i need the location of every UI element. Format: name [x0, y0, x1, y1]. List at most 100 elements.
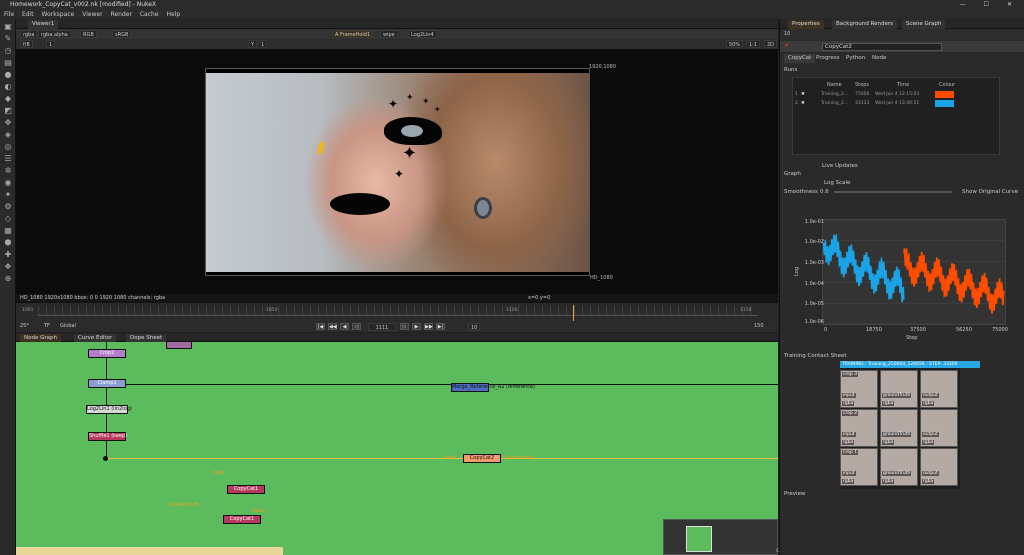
tab-properties[interactable]: Properties: [788, 20, 824, 29]
node-merge[interactable]: Merge_Reference_A2 (difference): [451, 383, 535, 392]
merge-icon[interactable]: ◩: [3, 106, 13, 116]
node-clamp[interactable]: Clamp1: [88, 379, 126, 388]
draw-icon[interactable]: ✎: [3, 34, 13, 44]
transform-icon[interactable]: ✥: [3, 118, 13, 128]
preview-section-header[interactable]: Preview: [784, 491, 805, 497]
step-forward-button[interactable]: ▷: [400, 323, 409, 330]
window-controls[interactable]: — ☐ ✕: [960, 0, 1020, 10]
tab-viewer1[interactable]: Viewer1: [28, 20, 59, 29]
close-icon[interactable]: ✕: [784, 42, 789, 49]
menu-viewer[interactable]: Viewer: [82, 11, 102, 18]
lut-select[interactable]: sRGB: [112, 30, 132, 38]
globe-icon[interactable]: ⊕: [3, 274, 13, 284]
step-back-button[interactable]: ◁: [352, 323, 361, 330]
tf-select[interactable]: TF: [44, 321, 50, 332]
time-icon[interactable]: ◷: [3, 46, 13, 56]
dot[interactable]: [103, 456, 108, 461]
viewer-image[interactable]: ✦ ✦ ✦ ✦ ✦ ✦: [205, 68, 590, 276]
fps-select[interactable]: 25*: [20, 321, 29, 332]
deep-icon[interactable]: ◉: [3, 178, 13, 188]
play-button[interactable]: ▶: [412, 323, 421, 330]
color-icon[interactable]: ●: [3, 70, 13, 80]
tab-background-renders[interactable]: Background Renders: [832, 20, 898, 29]
alpha-select[interactable]: rgba.alpha: [38, 30, 71, 38]
star-icon: ✦: [402, 143, 418, 164]
tab-progress[interactable]: Progress: [812, 54, 843, 63]
plugins-icon[interactable]: ✚: [3, 250, 13, 260]
first-frame-button[interactable]: |◀: [316, 323, 325, 330]
step-field[interactable]: 10: [468, 323, 481, 331]
menu-render[interactable]: Render: [111, 11, 132, 18]
gamma-value[interactable]: 1: [258, 40, 268, 48]
end-frame-field[interactable]: 150: [754, 321, 764, 332]
node-copycat3[interactable]: CopyCat1: [223, 515, 261, 524]
node-crop[interactable]: Crop2: [88, 349, 126, 358]
zoom-select[interactable]: 50%: [726, 40, 744, 48]
gain-control[interactable]: f/8: [20, 40, 33, 48]
show-original-checkbox[interactable]: Show Original Curve: [962, 189, 1018, 195]
node-copycat2[interactable]: CopyCat2: [463, 454, 501, 463]
filter-icon[interactable]: ◐: [3, 82, 13, 92]
menu-help[interactable]: Help: [166, 11, 180, 18]
cell-label: groundTruth: [882, 432, 912, 437]
channels-select[interactable]: rgba: [20, 30, 38, 38]
channel-icon[interactable]: ▤: [3, 58, 13, 68]
colorspace-select[interactable]: RGB: [80, 30, 97, 38]
smart-icon[interactable]: ❖: [3, 262, 13, 272]
prev-key-button[interactable]: ◀◀: [328, 323, 337, 330]
next-key-button[interactable]: ▶▶: [424, 323, 433, 330]
run-colour-swatch[interactable]: [935, 100, 954, 107]
checkbox-icon[interactable]: ✖: [801, 90, 805, 99]
gain-value[interactable]: 1: [46, 40, 56, 48]
wipe-select[interactable]: wipe: [380, 30, 398, 38]
menu-file[interactable]: File: [4, 11, 14, 18]
table-row[interactable]: 1 ✖ Training_2... 75000 Wed Jun 4 12:15:…: [793, 90, 999, 99]
timeline[interactable]: 1001 1050 1100 1150: [16, 302, 778, 321]
max-panels-field[interactable]: 10: [784, 31, 790, 37]
view-mode-select[interactable]: 2D: [764, 40, 778, 48]
menu-workspace[interactable]: Workspace: [42, 11, 75, 18]
ofx-icon[interactable]: ⬢: [3, 238, 13, 248]
views-icon[interactable]: ◎: [3, 142, 13, 152]
contact-sheet-header[interactable]: Training Contact Sheet: [784, 353, 847, 359]
ml-icon[interactable]: ✦: [3, 190, 13, 200]
node-shuffle[interactable]: Shuffle1 (keep): [88, 432, 127, 441]
tab-scene-graph[interactable]: Scene Graph: [902, 20, 946, 29]
log-scale-checkbox[interactable]: Log Scale: [824, 180, 850, 186]
input-b-select[interactable]: Log2Lin4: [408, 30, 437, 38]
table-row[interactable]: 2 ✖ Training_2... 33333 Wed Jun 4 13:40:…: [793, 99, 999, 108]
live-updates-checkbox[interactable]: Live Updates: [822, 163, 858, 169]
toolsets-icon[interactable]: ⚙: [3, 202, 13, 212]
backdrop-node[interactable]: [16, 547, 283, 555]
checkbox-icon[interactable]: ✖: [801, 99, 805, 108]
image-icon[interactable]: ▣: [3, 22, 13, 32]
tab-node[interactable]: Node: [868, 54, 890, 63]
menu-edit[interactable]: Edit: [22, 11, 34, 18]
frame-field[interactable]: 1111: [368, 323, 396, 331]
node-top[interactable]: [166, 342, 192, 349]
tab-python[interactable]: Python: [842, 54, 869, 63]
keyer-icon[interactable]: ◆: [3, 94, 13, 104]
node-log2lin[interactable]: Log2Lin1 (lin2log): [86, 405, 132, 414]
particles-icon[interactable]: ✲: [3, 166, 13, 176]
node-copycat1[interactable]: CopyCat1: [227, 485, 265, 494]
input-a-select[interactable]: A FrameHold1: [332, 30, 374, 38]
playhead[interactable]: [573, 305, 574, 321]
graph-section-header[interactable]: Graph: [784, 171, 801, 177]
tab-copycat[interactable]: CopyCat: [784, 54, 816, 63]
node-name-field[interactable]: CopyCat2: [822, 43, 942, 51]
furnace-icon[interactable]: ▦: [3, 226, 13, 236]
smoothness-field[interactable]: 0.6: [820, 189, 829, 195]
last-frame-button[interactable]: ▶|: [436, 323, 445, 330]
run-colour-swatch[interactable]: [935, 91, 954, 98]
3d-icon[interactable]: ◈: [3, 130, 13, 140]
menu-cache[interactable]: Cache: [140, 11, 159, 18]
other-icon[interactable]: ◇: [3, 214, 13, 224]
ratio-select[interactable]: 1:1: [746, 40, 761, 48]
timeline-ruler[interactable]: [38, 306, 758, 316]
metadata-icon[interactable]: ☰: [3, 154, 13, 164]
range-select[interactable]: Global: [60, 321, 76, 332]
smoothness-slider[interactable]: [834, 191, 952, 193]
play-back-button[interactable]: ◀: [340, 323, 349, 330]
runs-section-header[interactable]: Runs: [784, 67, 797, 73]
